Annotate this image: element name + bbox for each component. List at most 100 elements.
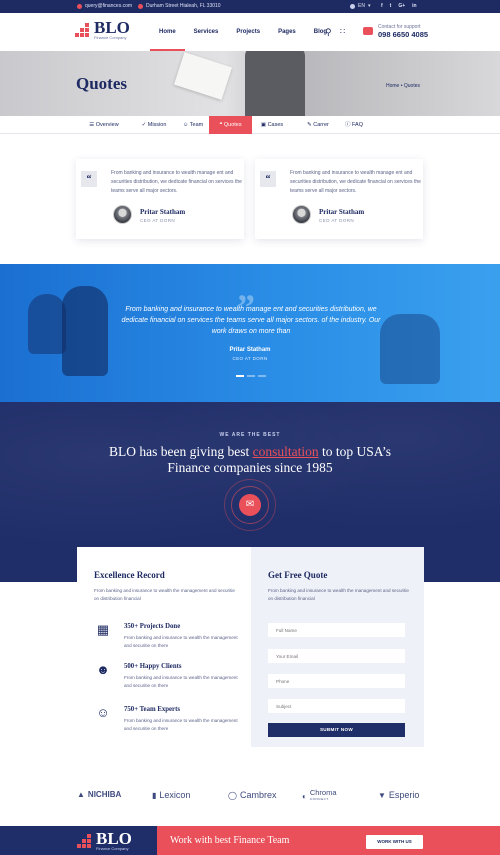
stat-description: From banking and insurance to wealth the… xyxy=(124,718,238,731)
testimonial-author-name: Pritar Statham xyxy=(229,347,271,353)
nav-home[interactable]: Home xyxy=(150,13,185,51)
logo-mark-icon xyxy=(77,833,93,850)
brand-lexicon[interactable]: ▮ Lexicon xyxy=(152,790,190,800)
team-icon: ☺ xyxy=(182,122,190,128)
social-links: f t G+ in xyxy=(381,3,417,9)
brand-name: Cambrex xyxy=(239,790,277,800)
brand-subtitle: CONNECT xyxy=(309,797,329,801)
full-name-input[interactable] xyxy=(268,623,405,637)
twitter-icon[interactable]: t xyxy=(390,3,392,9)
brand-logos: ▲ NICHIBA ▮ Lexicon ◯ Cambrex ◐ Chroma CONNEC… xyxy=(0,782,500,810)
nav-projects[interactable]: Projects xyxy=(227,13,269,51)
support-phone: 098 6650 4085 xyxy=(378,30,429,39)
email-text: query@finances.com xyxy=(85,3,133,9)
quote-form-title: Get Free Quote xyxy=(268,570,328,580)
tab-label: FAQ xyxy=(352,122,364,128)
title-part: BLO has been giving best xyxy=(108,444,253,459)
lexicon-logo-icon: ▮ xyxy=(152,790,157,800)
grid-menu-icon[interactable]: ∷ xyxy=(340,27,345,36)
stat-title: 500+ Happy Clients xyxy=(124,663,182,670)
address-contact: Durham Street Hialeah, FL 33010 xyxy=(138,3,221,9)
envelope-icon[interactable]: ✉ xyxy=(239,494,261,516)
nav-services[interactable]: Services xyxy=(185,13,228,51)
tab-cases[interactable]: ▣ Cases xyxy=(252,116,292,134)
brand-name: NICHIBA xyxy=(87,790,122,799)
excellence-panel: Excellence Record From banking and insur… xyxy=(77,547,251,747)
background-photo xyxy=(28,294,66,354)
brand-esperio[interactable]: ▼ Esperio xyxy=(378,790,419,800)
page-title: Quotes xyxy=(76,74,127,93)
logo-subtitle: Finance Company xyxy=(96,846,129,851)
avatar xyxy=(292,205,311,224)
site-header: BLO Finance Company Home Services Projec… xyxy=(0,13,500,51)
title-highlight: consultation xyxy=(252,444,319,459)
brand-name: Lexicon xyxy=(159,790,191,800)
quote-author-name: Pritar Statham xyxy=(140,208,186,216)
stat-title: 750+ Team Experts xyxy=(124,706,180,713)
tab-label: Carrer xyxy=(313,122,329,128)
footer-logo[interactable]: BLO Finance Company xyxy=(77,829,132,851)
phone-input[interactable] xyxy=(268,674,405,688)
title-part: to top USA’s xyxy=(318,444,391,459)
tab-label: Overview xyxy=(95,122,119,128)
breadcrumb: Home • Quotes xyxy=(386,83,420,89)
quote-author-role: CEO AT DORN xyxy=(319,218,354,223)
slider-dot[interactable] xyxy=(247,375,255,377)
tab-label: Cases xyxy=(267,122,284,128)
cta-text: Work with best Finance Team xyxy=(170,835,290,846)
slider-dot[interactable] xyxy=(258,375,266,377)
stat-description: From banking and insurance to wealth the… xyxy=(124,635,238,648)
linkedin-icon[interactable]: in xyxy=(412,3,416,9)
chat-icon xyxy=(363,27,373,35)
chevron-down-icon: ▾ xyxy=(367,3,371,9)
quote-mark-icon: “ xyxy=(81,171,97,187)
location-pin-icon xyxy=(138,3,143,9)
cambrex-logo-icon: ◯ xyxy=(228,790,237,800)
tab-label: Team xyxy=(189,122,204,128)
background-photo xyxy=(62,286,108,376)
excellence-title: Excellence Record xyxy=(94,570,165,580)
submit-button[interactable]: SUBMIT NOW xyxy=(268,723,405,737)
testimonial-slider: ” From banking and insurance to wealth m… xyxy=(0,264,500,402)
section-tabs: ☰ Overview ✓ Mission ☺ Team ❝ Quotes ▣ C… xyxy=(0,116,500,134)
slider-dots xyxy=(236,375,266,377)
email-input[interactable] xyxy=(268,649,405,663)
banner-photo xyxy=(245,51,305,116)
tab-mission[interactable]: ✓ Mission xyxy=(131,116,177,134)
excellence-description: From banking and insurance to wealth the… xyxy=(94,588,235,601)
quote-text: From banking and insurance to wealth man… xyxy=(111,170,242,194)
email-contact[interactable]: query@finances.com xyxy=(77,3,132,9)
brand-nichiba[interactable]: ▲ NICHIBA xyxy=(77,790,121,799)
language-label: EN xyxy=(358,3,365,9)
google-plus-icon[interactable]: G+ xyxy=(398,3,405,9)
tab-overview[interactable]: ☰ Overview xyxy=(77,116,131,134)
logo-text: BLO xyxy=(96,829,132,848)
quote-author-role: CEO AT DORN xyxy=(140,218,175,223)
search-icon[interactable]: ⚲ xyxy=(325,27,332,38)
client-icon: ☻ xyxy=(96,662,110,677)
testimonial-text: From banking and insurance to wealth man… xyxy=(121,306,381,335)
quote-form-description: From banking and insurance to wealth the… xyxy=(268,588,409,601)
tab-faq[interactable]: ⓘ FAQ xyxy=(334,116,374,134)
site-logo[interactable]: BLO Finance Company xyxy=(75,19,130,40)
flag-icon xyxy=(350,3,355,9)
nav-pages[interactable]: Pages xyxy=(269,13,305,51)
quote-text: From banking and insurance to wealth man… xyxy=(290,170,421,194)
brand-name: Esperio xyxy=(388,790,420,800)
facebook-icon[interactable]: f xyxy=(381,3,383,9)
brand-chroma[interactable]: ◐ Chroma CONNECT xyxy=(302,789,337,802)
chroma-logo-icon: ◐ xyxy=(302,791,307,801)
tab-team[interactable]: ☺ Team xyxy=(177,116,209,134)
work-with-us-button[interactable]: WORK WITH US xyxy=(366,835,423,849)
subject-input[interactable] xyxy=(268,699,405,713)
language-selector[interactable]: EN ▾ xyxy=(350,3,370,9)
support-contact[interactable]: Contact for support 098 6650 4085 xyxy=(378,24,428,39)
avatar xyxy=(113,205,132,224)
banner-document-image xyxy=(173,52,233,100)
building-icon: ▦ xyxy=(96,622,110,637)
brand-cambrex[interactable]: ◯ Cambrex xyxy=(228,790,276,800)
nichiba-logo-icon: ▲ xyxy=(77,790,85,799)
tab-quotes[interactable]: ❝ Quotes xyxy=(209,116,252,134)
top-bar: query@finances.com Durham Street Hialeah… xyxy=(0,0,500,13)
slider-dot[interactable] xyxy=(236,375,244,377)
